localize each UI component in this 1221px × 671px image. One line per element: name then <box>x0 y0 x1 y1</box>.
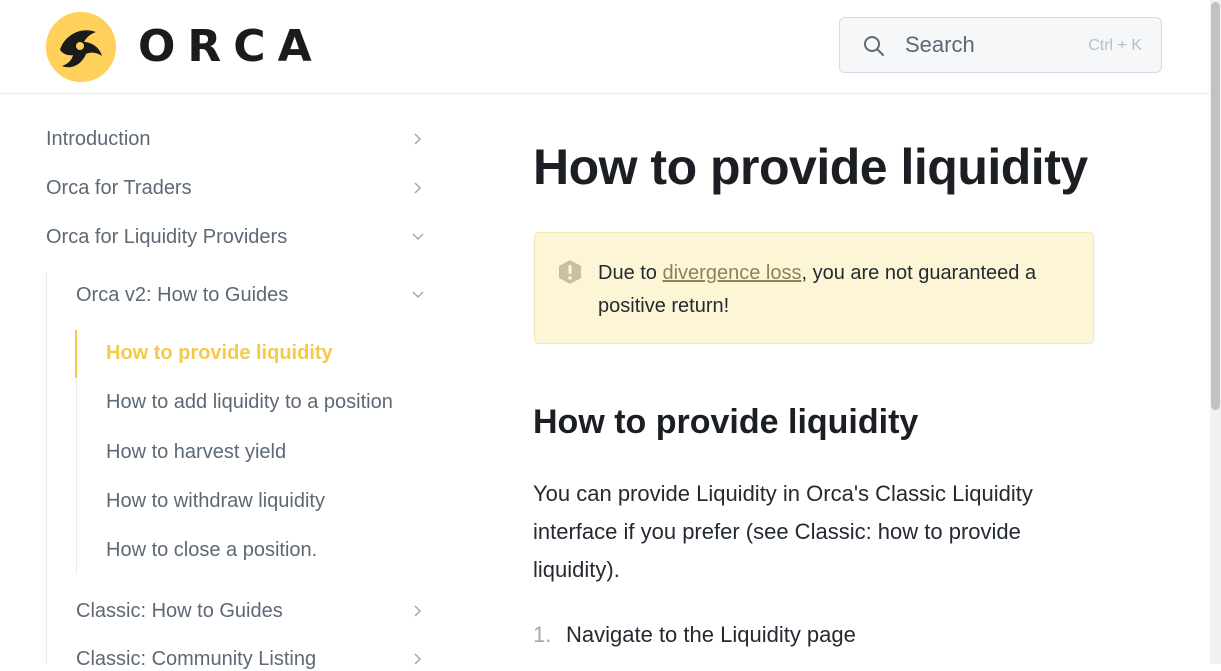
hint-text: Due to divergence loss, you are not guar… <box>598 257 1068 323</box>
sidebar-item-classic-community-listing[interactable]: Classic: Community Listing <box>76 647 426 671</box>
chevron-down-icon <box>412 233 424 241</box>
search-input[interactable] <box>905 28 1075 62</box>
intro-paragraph: You can provide Liquidity in Orca's Clas… <box>533 481 1033 582</box>
nav-tree-line <box>46 272 47 664</box>
search-icon <box>864 36 884 56</box>
brand-wordmark[interactable]: ORCA <box>138 22 324 72</box>
active-indicator <box>75 330 77 378</box>
step-text: Navigate to the Liquidity page <box>566 622 856 647</box>
sidebar-item-label: How to harvest yield <box>106 441 287 463</box>
sidebar-item-orca-for-traders[interactable]: Orca for Traders <box>46 176 426 200</box>
top-header: ORCA Ctrl + K <box>0 0 1210 94</box>
step-number: 1. <box>533 622 552 647</box>
divergence-loss-link[interactable]: divergence loss <box>662 262 801 284</box>
sidebar-item-label: Orca for Traders <box>46 177 192 199</box>
sidebar-item-label: Orca v2: How to Guides <box>76 284 289 306</box>
chevron-right-icon <box>414 182 422 194</box>
sidebar-item-orca-for-liquidity-providers[interactable]: Orca for Liquidity Providers <box>46 225 426 249</box>
sidebar-item-label: Orca for Liquidity Providers <box>46 226 288 248</box>
sidebar-item-introduction[interactable]: Introduction <box>46 127 426 151</box>
sidebar-item-label: Classic: How to Guides <box>76 600 283 622</box>
section-heading: How to provide liquidity <box>533 403 919 441</box>
sidebar-item-label: How to withdraw liquidity <box>106 490 325 512</box>
search-shortcut-hint: Ctrl + K <box>1088 37 1142 54</box>
chevron-down-icon <box>412 291 424 299</box>
warning-hint-box: Due to divergence loss, you are not guar… <box>534 232 1094 344</box>
sidebar-item-label: How to provide liquidity <box>106 342 333 364</box>
sidebar-item-orca-v2-guides[interactable]: Orca v2: How to Guides <box>76 283 426 307</box>
orca-logo-icon[interactable] <box>46 12 116 82</box>
hint-prefix: Due to <box>598 262 663 284</box>
sidebar-item-label: Classic: Community Listing <box>76 648 317 670</box>
sidebar-item-label: How to add liquidity to a position <box>106 391 393 413</box>
search-box[interactable]: Ctrl + K <box>839 17 1162 73</box>
page-title: How to provide liquidity <box>533 139 1088 195</box>
warning-icon <box>559 260 581 284</box>
sidebar-item-label: How to close a position. <box>106 539 318 561</box>
scrollbar-thumb[interactable] <box>1211 2 1220 410</box>
chevron-right-icon <box>414 133 422 145</box>
sidebar-item-classic-guides[interactable]: Classic: How to Guides <box>76 599 426 623</box>
chevron-right-icon <box>414 605 422 617</box>
sidebar-item-label: Introduction <box>46 128 151 150</box>
